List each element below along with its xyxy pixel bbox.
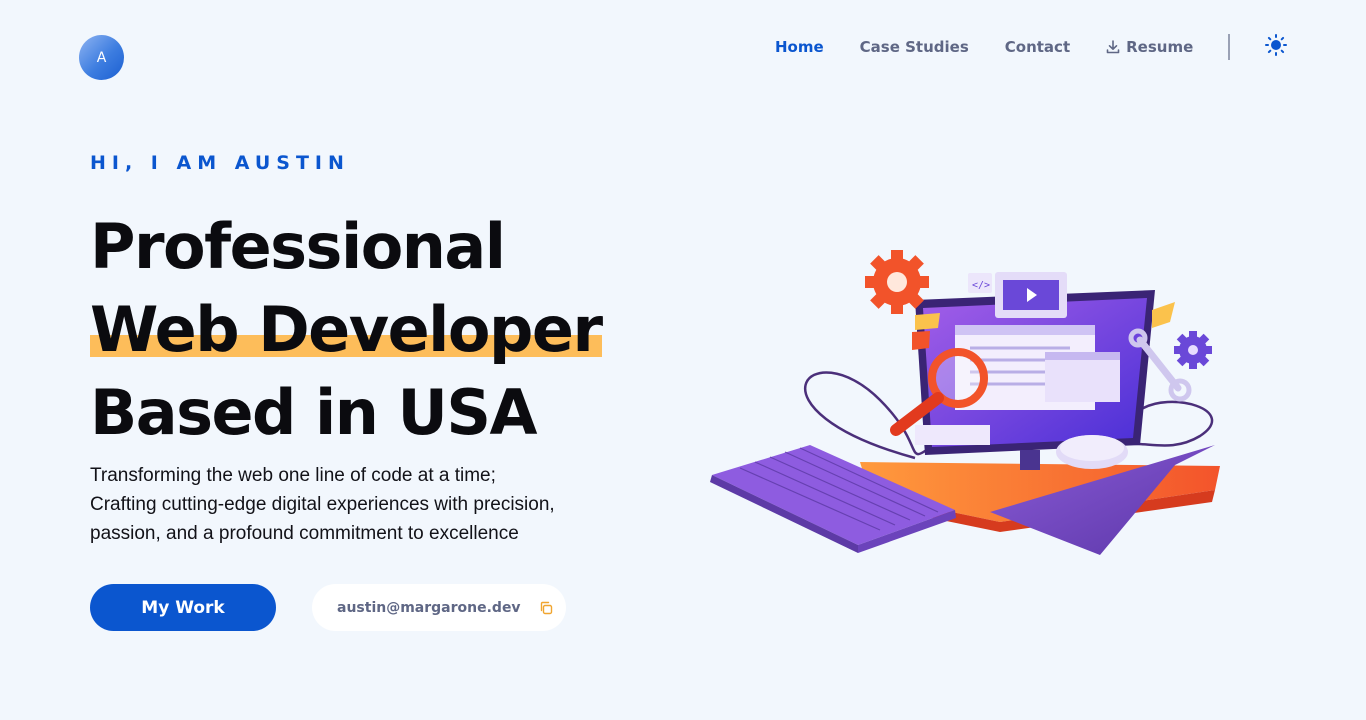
- logo-letter: A: [96, 49, 107, 66]
- nav-divider: [1228, 34, 1230, 60]
- hero-eyebrow: HI, I AM AUSTIN: [90, 152, 350, 174]
- sun-icon[interactable]: [1265, 34, 1287, 56]
- nav-home[interactable]: Home: [775, 38, 824, 56]
- hero-description-line-1: Transforming the web one line of code at…: [90, 465, 496, 486]
- headline-line-1: Professional: [90, 210, 506, 283]
- main-nav: Home Case Studies Contact Resume: [775, 34, 1229, 60]
- svg-text:</>: </>: [972, 280, 990, 291]
- download-icon: [1106, 40, 1120, 54]
- nav-case-studies[interactable]: Case Studies: [860, 38, 969, 56]
- nav-contact-label: Contact: [1004, 38, 1071, 56]
- hero-headline: Professional Web Developer Based in USA: [90, 205, 603, 454]
- nav-case-studies-label: Case Studies: [859, 38, 969, 56]
- developer-workstation-illustration: </>: [710, 250, 1220, 555]
- headline-line-3: Based in USA: [90, 376, 537, 449]
- nav-resume[interactable]: Resume: [1106, 38, 1193, 56]
- hero-description-line-2: Crafting cutting-edge digital experience…: [90, 494, 555, 515]
- my-work-label: My Work: [141, 597, 225, 618]
- nav-home-label: Home: [775, 38, 824, 56]
- headline-highlight: Web Developer: [90, 288, 603, 371]
- logo-avatar[interactable]: A: [79, 35, 124, 80]
- headline-line-2: Web Developer: [90, 288, 603, 371]
- hero-description-line-3: passion, and a profound commitment to ex…: [90, 523, 519, 544]
- copy-icon[interactable]: [539, 601, 553, 615]
- nav-contact[interactable]: Contact: [1005, 38, 1070, 56]
- hero-description: Transforming the web one line of code at…: [90, 461, 630, 548]
- nav-resume-label: Resume: [1126, 38, 1194, 56]
- my-work-button[interactable]: My Work: [90, 584, 276, 631]
- email-copy-chip[interactable]: austin@margarone.dev: [312, 584, 566, 631]
- email-address: austin@margarone.dev: [337, 599, 521, 616]
